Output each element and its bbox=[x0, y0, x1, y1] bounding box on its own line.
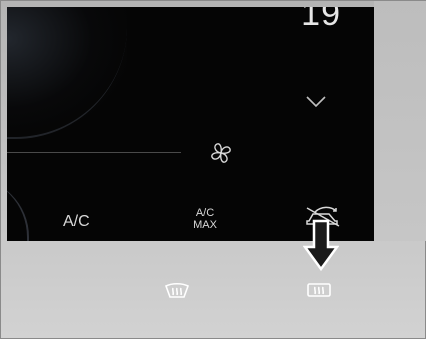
fan-icon[interactable] bbox=[208, 140, 234, 166]
rear-defrost-icon[interactable] bbox=[306, 282, 332, 299]
temperature-readout: 19 bbox=[301, 7, 341, 33]
dashboard-frame: 19 A/C A/C MAX bbox=[0, 0, 426, 339]
ac-max-button[interactable]: A/C MAX bbox=[185, 207, 225, 231]
bezel-right bbox=[374, 1, 426, 241]
screen-background-arc-lower bbox=[7, 177, 29, 241]
chevron-down-icon[interactable] bbox=[305, 95, 327, 109]
arrow-down-icon bbox=[303, 219, 339, 271]
ac-button[interactable]: A/C bbox=[63, 213, 90, 231]
fan-speed-slider[interactable] bbox=[7, 152, 181, 153]
climate-screen: 19 A/C A/C MAX bbox=[7, 7, 374, 241]
front-defrost-icon[interactable] bbox=[164, 281, 190, 299]
